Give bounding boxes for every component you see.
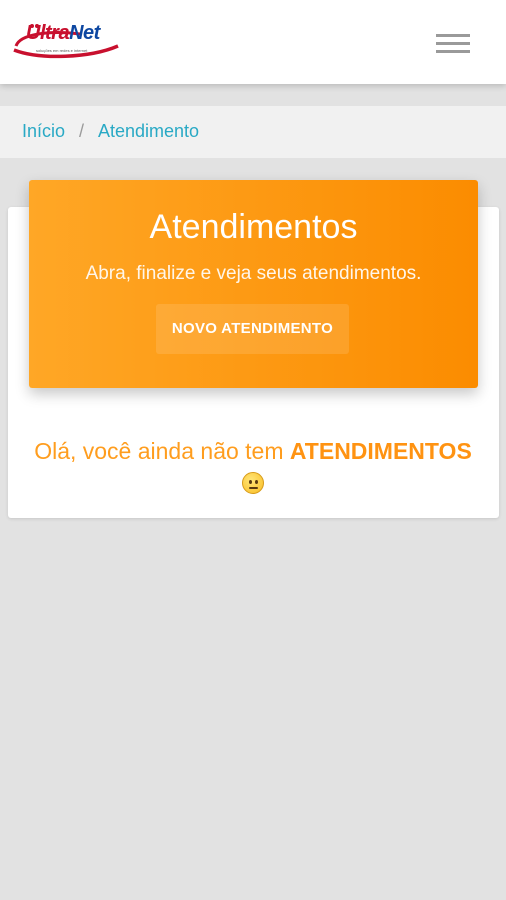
page-subtitle: Abra, finalize e veja seus atendimentos. <box>85 263 422 284</box>
empty-state-emphasis: ATENDIMENTOS <box>289 438 472 464</box>
new-ticket-button[interactable]: NOVO ATENDIMENTO <box>156 304 349 354</box>
empty-state-prefix: Olá, você ainda não tem <box>34 438 290 464</box>
logo-suffix: Net <box>69 22 100 44</box>
page-title: Atendimentos <box>149 208 358 246</box>
breadcrumb-separator: / <box>79 121 85 141</box>
menu-bar-bottom <box>436 50 470 53</box>
neutral-face-emoji-icon <box>242 472 264 494</box>
atendimentos-hero-banner: Atendimentos Abra, finalize e veja seus … <box>29 180 478 388</box>
logo-tagline: soluções em redes e internet <box>36 48 88 53</box>
ultranet-logo[interactable]: UltraNet soluções em redes e internet <box>10 20 122 66</box>
breadcrumb: Início / Atendimento <box>0 106 506 158</box>
menu-bar-top <box>436 34 470 37</box>
logo-prefix: Ultra <box>26 22 70 44</box>
logo-wordmark: UltraNet <box>26 22 100 45</box>
breadcrumb-current[interactable]: Atendimento <box>98 121 199 142</box>
empty-state-message: Olá, você ainda não tem ATENDIMENTOS <box>0 438 506 465</box>
breadcrumb-home-link[interactable]: Início <box>22 121 65 142</box>
menu-bar-middle <box>436 42 470 45</box>
hamburger-menu-icon[interactable] <box>432 30 472 56</box>
top-navbar: UltraNet soluções em redes e internet <box>0 0 506 84</box>
